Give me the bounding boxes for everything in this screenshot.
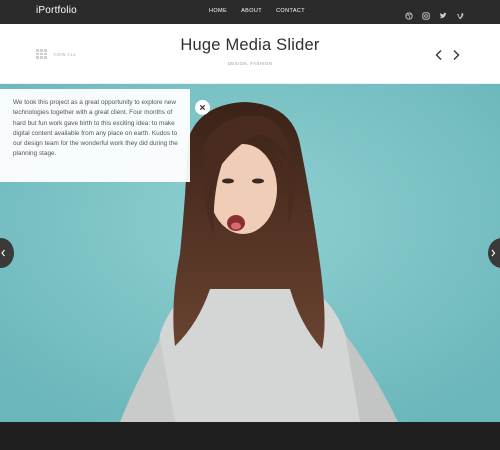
top-navigation-bar: iPortfolio HOME ABOUT CONTACT [0,0,500,24]
nav-about[interactable]: ABOUT [241,8,262,14]
brand-logo[interactable]: iPortfolio [36,5,77,16]
twitter-icon[interactable] [439,7,447,19]
slide-description: We took this project as a great opportun… [13,99,178,158]
close-icon [199,104,206,111]
nav-home[interactable]: HOME [209,8,227,14]
instagram-icon[interactable] [422,7,430,20]
page-title: Huge Media Slider [180,36,320,54]
page-subtitle: DESIGN, FASHION [227,61,273,66]
slide-description-box: We took this project as a great opportun… [0,89,190,182]
main-nav: HOME ABOUT CONTACT [209,8,305,14]
social-links [405,7,464,20]
media-slider: We took this project as a great opportun… [0,84,500,422]
next-project-button[interactable] [451,48,461,60]
chevron-right-icon [453,50,460,60]
nav-contact[interactable]: CONTACT [276,8,305,14]
chevron-left-icon [1,249,5,257]
previous-project-button[interactable] [434,48,444,60]
close-description-button[interactable] [195,100,210,115]
vimeo-icon[interactable] [456,7,464,20]
chevron-left-icon [435,50,442,60]
page-header: VIEW ALL Huge Media Slider DESIGN, FASHI… [0,24,500,84]
dribbble-icon[interactable] [405,7,413,20]
chevron-right-icon [491,249,496,257]
page-footer [0,422,500,450]
